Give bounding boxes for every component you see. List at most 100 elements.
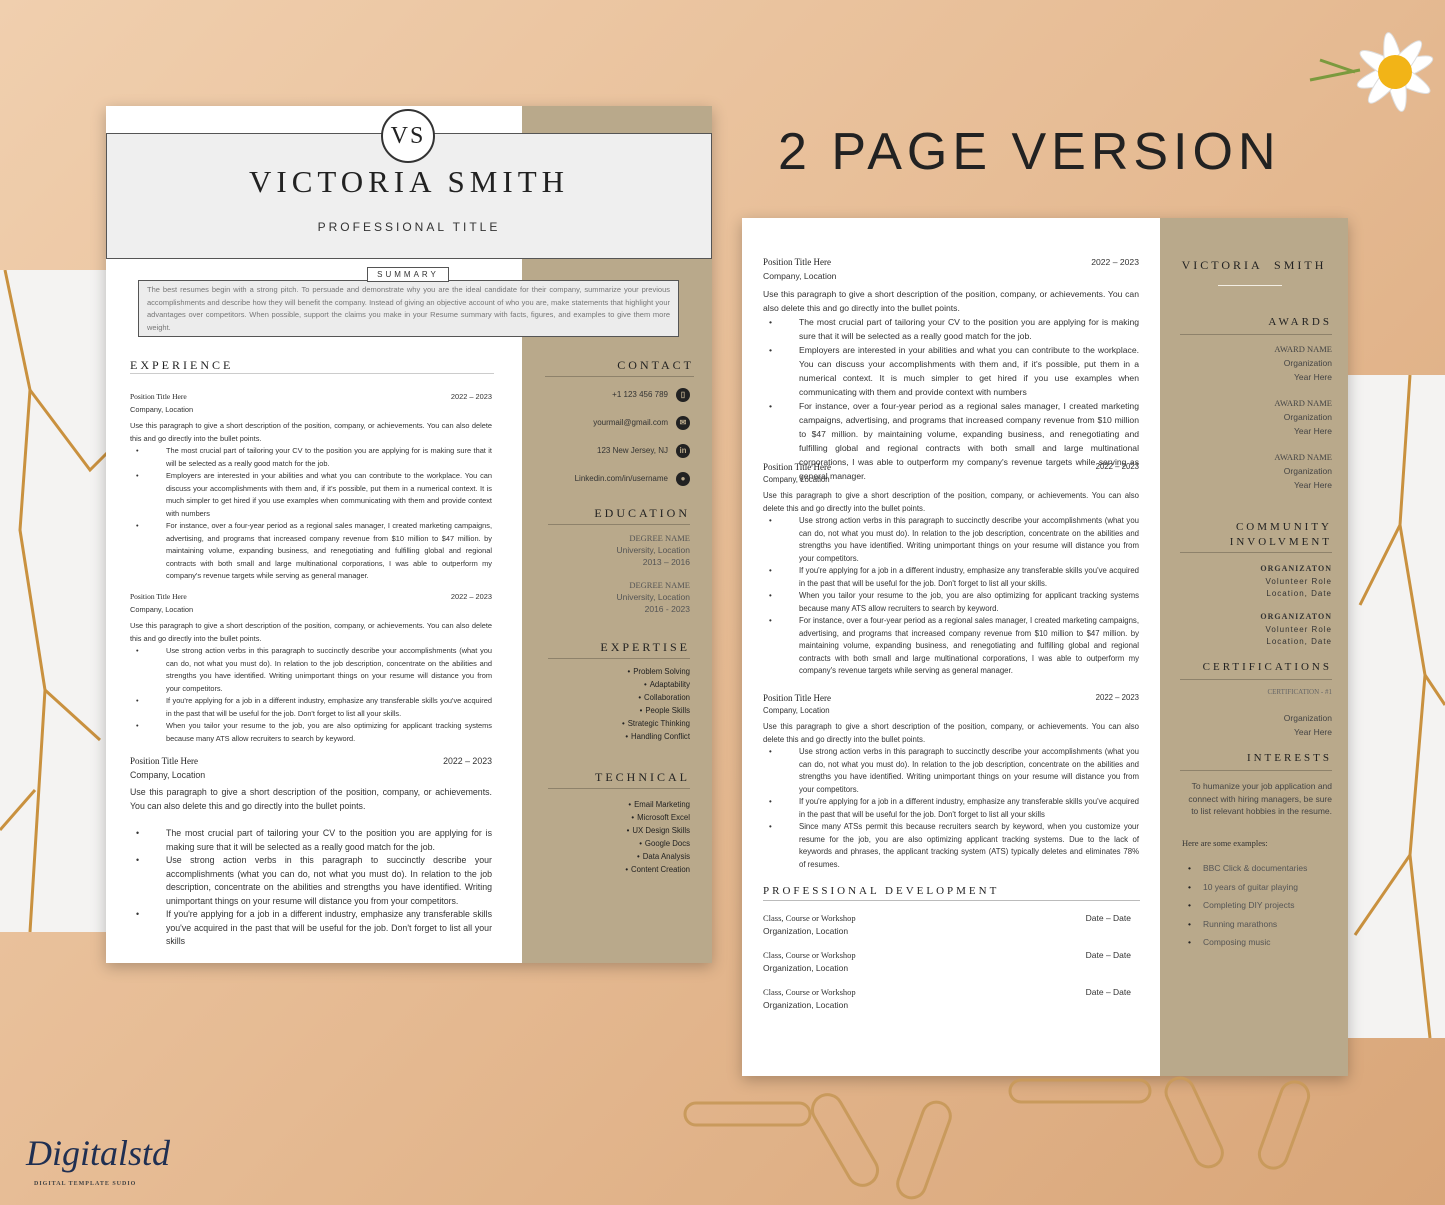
certification-name: CERTIFICATION - #1 [1267,688,1332,696]
interest-item: • Completing DIY projects [1188,900,1294,910]
interests-intro: To humanize your job application and con… [1188,781,1332,816]
interest-label: Running marathons [1202,918,1278,929]
job-entry: Position Title Here 2022 – 2023 Company, L… [763,255,1139,483]
gold-vein-decoration [0,270,110,932]
education-heading: EDUCATION [594,506,690,520]
degree-name: DEGREE NAME [629,533,690,543]
job-date: 2022 – 2023 [450,592,492,601]
skill-item: • People Skills [640,706,690,715]
award-year: Year Here [1294,426,1332,436]
contact-text: 123 New Jersey, NJ [597,446,668,456]
course-date: Date – Date [1085,987,1131,997]
interest-item: • Running marathons [1188,919,1277,929]
course-org: Organization, Location [763,1000,849,1010]
bullet-item: The most crucial part of tailoring your … [136,827,492,854]
divider [130,373,494,374]
bullet-item: Employers are interested in your abiliti… [769,343,1139,399]
divider [548,524,690,525]
bullet-item: If you're applying for a job in a differ… [136,908,492,949]
contact-item: yourmail@gmail.com ✉ [593,416,690,430]
contact-heading: CONTACT [617,358,694,372]
skill-item: • Problem Solving [627,667,690,676]
skill-label: Content Creation [631,865,690,874]
job-entry: Position Title Here 2022 – 2023 Company, L… [130,755,492,949]
award-name: AWARD NAME [1274,344,1332,354]
skill-item: • Handling Conflict [625,732,690,741]
divider [1180,679,1332,680]
entry-row: Class, Course or Workshop Date – Date [763,986,1131,999]
job-title: Position Title Here [130,592,187,601]
headline: 2 PAGE VERSION [778,123,1281,181]
job-title: Position Title Here [763,693,832,703]
award-name: AWARD NAME [1274,398,1332,408]
award-name: AWARD NAME [1274,452,1332,462]
bullet-dot-icon: • [1188,918,1191,929]
job-description: Use this paragraph to give a short descr… [130,421,492,443]
summary-text: The best resumes begin with a strong pit… [147,285,670,332]
skill-item: • Email Marketing [628,800,690,809]
skill-label: Microsoft Excel [637,813,690,822]
organization: ORGANIZATON [1260,564,1332,573]
interest-label: Composing music [1202,937,1271,947]
expertise-heading: EXPERTISE [600,640,690,654]
bullet-item: When you tailor your resume to the job, … [769,590,1139,615]
job-company: Company, Location [130,404,194,414]
skill-label: UX Design Skills [632,826,690,835]
bullet-dot-icon: • [637,852,640,861]
job-title: Position Title Here [763,462,832,472]
skill-item: • Content Creation [625,865,690,874]
organization: ORGANIZATON [1260,612,1332,621]
marble-panel-left [0,270,110,932]
page-name: VICTORIA SMITH [248,164,570,199]
award-entry: AWARD NAME Organization Year Here [1274,450,1332,492]
job-date: 2022 – 2023 [1095,693,1139,702]
job-date: 2022 – 2023 [1095,462,1139,471]
divider [545,376,694,377]
course-name: Class, Course or Workshop [763,913,856,923]
divider [1180,334,1332,335]
job-header: Position Title Here 2022 – 2023 [130,391,492,404]
degree-name: DEGREE NAME [629,580,690,590]
bullet-item: The most crucial part of tailoring your … [136,445,492,470]
school: University, Location [616,592,690,602]
bullet-item: Use strong action verbs in this paragrap… [136,645,492,695]
job-header: Position Title Here 2022 – 2023 [130,591,492,604]
phone-icon: ▯ [676,388,690,402]
contact-item: Linkedin.com/in/username ● [575,472,690,486]
name-underline [1218,285,1282,286]
skill-label: Problem Solving [633,667,690,676]
bullet-item: Use strong action verbs in this paragrap… [769,515,1139,565]
bullet-dot-icon: • [625,865,629,874]
skill-label: Collaboration [644,693,690,702]
bullet-dot-icon: • [625,732,629,741]
bullet-item: For instance, over a four-year period as… [136,520,492,583]
bullet-item: Employers are interested in your abiliti… [136,470,492,520]
job-description: Use this paragraph to give a short descr… [763,722,1139,744]
job-title: Position Title Here [130,392,187,401]
award-year: Year Here [1294,372,1332,382]
skill-item: • Google Docs [639,839,690,848]
skill-item: • Microsoft Excel [631,813,690,822]
entry-row: Class, Course or Workshop Date – Date [763,912,1131,925]
skill-label: Handling Conflict [631,732,690,741]
bullet-dot-icon: • [643,680,647,689]
skill-item: • Data Analysis [637,852,690,861]
job-bullets: The most crucial part of tailoring your … [130,827,492,949]
job-company: Company, Location [763,705,830,715]
job-bullets: Use strong action verbs in this paragrap… [763,746,1139,871]
contact-item: +1 123 456 789 ▯ [612,388,690,402]
awards-heading: AWARDS [1268,316,1332,328]
course-org: Organization, Location [763,963,849,973]
linkedin-icon: in [676,444,690,458]
job-description: Use this paragraph to give a short descr… [763,491,1139,513]
job-entry: Position Title Here 2022 – 2023 Company, L… [130,591,492,745]
job-company: Company, Location [130,769,206,780]
divider [763,900,1140,901]
community-heading-line-2: INVOLVMENT [1229,536,1332,548]
community-entry: ORGANIZATON Volunteer Role Location, Date [1260,611,1332,649]
brand-tagline: DIGITAL TEMPLATE SUDIO [34,1181,137,1187]
education-entry: DEGREE NAME University, Location 2013 – 20… [616,532,690,568]
interest-item: • BBC Click & documentaries [1188,863,1307,873]
school: University, Location [616,545,690,555]
job-bullets: The most crucial part of tailoring your … [130,445,492,583]
